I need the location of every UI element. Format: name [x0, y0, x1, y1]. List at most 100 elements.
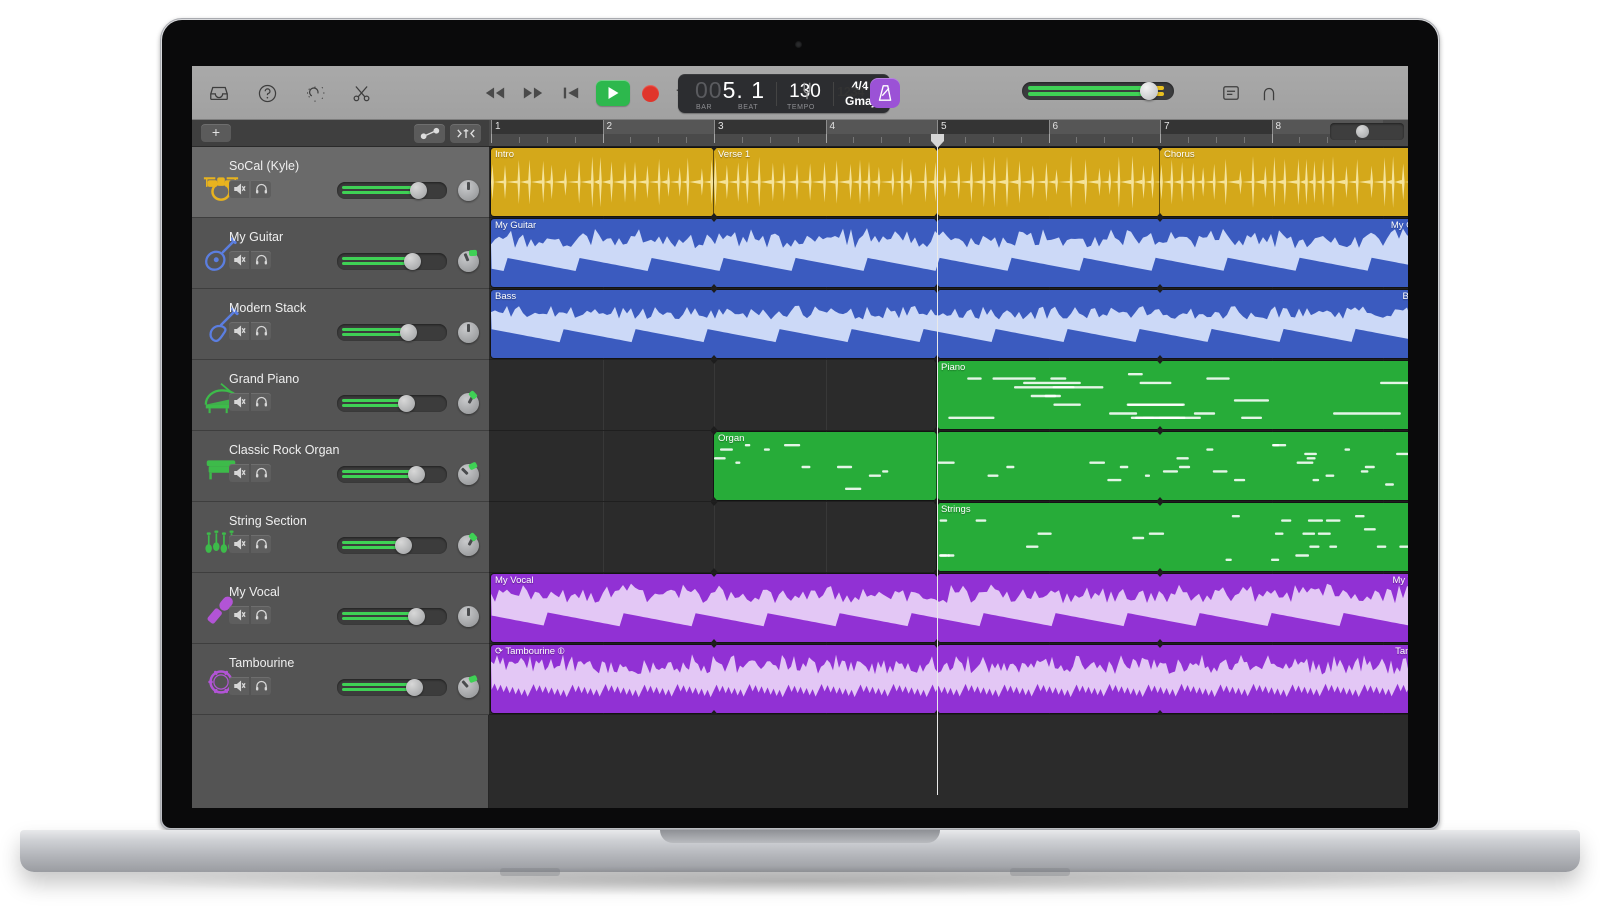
mute-icon[interactable] — [229, 180, 249, 198]
track-header-row[interactable]: Modern Stack — [192, 289, 489, 360]
master-volume-slider[interactable] — [1022, 82, 1174, 100]
arrange-region[interactable]: Chorus — [1160, 148, 1408, 216]
track-pan-knob[interactable] — [458, 677, 479, 698]
mute-icon[interactable] — [229, 535, 249, 553]
mute-icon[interactable] — [229, 251, 249, 269]
track-volume-slider[interactable] — [337, 608, 447, 625]
ruler-tick — [1299, 137, 1300, 143]
arrange-region[interactable]: Strings — [937, 503, 1408, 571]
track-header-row[interactable]: Tambourine — [192, 644, 489, 715]
track-pan-knob[interactable] — [458, 393, 479, 414]
track-header-row[interactable]: My Guitar — [192, 218, 489, 289]
waveform — [1160, 148, 1408, 216]
track-volume-slider[interactable] — [337, 395, 447, 412]
arrange-region[interactable] — [937, 432, 1408, 500]
track-header-row[interactable]: SoCal (Kyle) — [192, 147, 489, 218]
track-volume-slider[interactable] — [337, 466, 447, 483]
track-pan-knob[interactable] — [458, 464, 479, 485]
track-pan-knob[interactable] — [458, 251, 479, 272]
arrange-region[interactable]: Organ — [714, 432, 937, 500]
waveform — [491, 148, 714, 216]
arrange-region[interactable]: My VocalMy Voc — [491, 574, 1408, 642]
notes-icon[interactable] — [1218, 80, 1244, 106]
library-icon[interactable] — [206, 80, 232, 106]
arrange-region[interactable]: BassBass — [491, 290, 1408, 358]
ruler-bar-block — [714, 120, 826, 134]
mute-icon[interactable] — [229, 393, 249, 411]
tuning-fork-icon[interactable] — [797, 80, 823, 106]
record-button[interactable] — [642, 85, 659, 102]
track-volume-slider[interactable] — [337, 679, 447, 696]
solo-headphones-icon[interactable] — [251, 677, 271, 695]
zoom-slider-knob[interactable] — [1356, 125, 1369, 138]
zoom-slider[interactable] — [1330, 123, 1404, 140]
track-volume-slider[interactable] — [337, 182, 447, 199]
track-header-row[interactable]: String Section — [192, 502, 489, 573]
solo-headphones-icon[interactable] — [251, 535, 271, 553]
arrange-area[interactable]: 12345678 Intro Verse 1 Chorus My GuitarM… — [489, 120, 1408, 808]
track-pan-knob[interactable] — [458, 180, 479, 201]
pan-indicator — [467, 324, 470, 332]
automation-icon[interactable] — [414, 124, 445, 143]
solo-headphones-icon[interactable] — [251, 393, 271, 411]
arrange-region[interactable]: ⟳ Tambourine ⦶Tambo — [491, 645, 1408, 713]
arrange-region[interactable]: Intro — [491, 148, 714, 216]
track-pan-knob[interactable] — [458, 322, 479, 343]
track-volume-knob[interactable] — [410, 182, 427, 199]
track-pan-knob[interactable] — [458, 535, 479, 556]
metronome-icon[interactable] — [870, 78, 900, 108]
solo-headphones-icon[interactable] — [251, 180, 271, 198]
ruler-tick — [1132, 137, 1133, 143]
webcam-icon — [795, 41, 802, 48]
ruler-bar-label: 2 — [603, 120, 613, 134]
arrange-region[interactable]: My GuitarMy Guit — [491, 219, 1408, 287]
track-volume-knob[interactable] — [398, 395, 415, 412]
go-to-beginning-icon[interactable] — [558, 80, 584, 106]
solo-headphones-icon[interactable] — [251, 606, 271, 624]
pan-value-arc — [469, 250, 477, 256]
loops-icon[interactable] — [1256, 80, 1282, 106]
loop-browser-icon[interactable] — [302, 80, 328, 106]
mute-icon[interactable] — [229, 322, 249, 340]
track-volume-knob[interactable] — [400, 324, 417, 341]
track-header-row[interactable]: Classic Rock Organ — [192, 431, 489, 502]
master-volume-knob[interactable] — [1140, 82, 1158, 100]
flex-time-icon[interactable] — [450, 124, 481, 143]
ruler-tick — [1021, 137, 1022, 143]
track-volume-knob[interactable] — [406, 679, 423, 696]
ruler-tick — [630, 137, 631, 143]
help-icon[interactable] — [254, 80, 280, 106]
rewind-icon[interactable] — [482, 80, 508, 106]
track-volume-knob[interactable] — [408, 608, 425, 625]
track-buttons — [229, 606, 271, 624]
solo-headphones-icon[interactable] — [251, 322, 271, 340]
track-volume-slider[interactable] — [337, 253, 447, 270]
track-volume-slider[interactable] — [337, 537, 447, 554]
track-volume-slider[interactable] — [337, 324, 447, 341]
region-label: Chorus — [1164, 149, 1195, 160]
timeline-ruler[interactable]: 12345678 — [489, 120, 1408, 147]
track-header-row[interactable]: Grand Piano — [192, 360, 489, 431]
track-name: Tambourine — [229, 656, 294, 670]
track-header-row[interactable]: My Vocal — [192, 573, 489, 644]
solo-headphones-icon[interactable] — [251, 464, 271, 482]
solo-headphones-icon[interactable] — [251, 251, 271, 269]
ruler-bar-label: 5 — [937, 120, 947, 134]
mute-icon[interactable] — [229, 464, 249, 482]
track-volume-knob[interactable] — [395, 537, 412, 554]
track-volume-knob[interactable] — [404, 253, 421, 270]
lcd-position[interactable]: 005. 1 BAR BEAT — [678, 74, 776, 113]
count-in-label[interactable]: 1234 — [837, 84, 864, 99]
pan-indicator — [467, 182, 470, 190]
add-track-button[interactable]: + — [201, 124, 231, 142]
mute-icon[interactable] — [229, 606, 249, 624]
play-button[interactable] — [596, 80, 630, 106]
scissors-icon[interactable] — [348, 80, 374, 106]
track-pan-knob[interactable] — [458, 606, 479, 627]
track-volume-knob[interactable] — [408, 466, 425, 483]
arrange-region[interactable]: Piano — [937, 361, 1408, 429]
mute-icon[interactable] — [229, 677, 249, 695]
fast-forward-icon[interactable] — [520, 80, 546, 106]
master-meter-right — [1028, 92, 1148, 96]
track-buttons — [229, 464, 271, 482]
